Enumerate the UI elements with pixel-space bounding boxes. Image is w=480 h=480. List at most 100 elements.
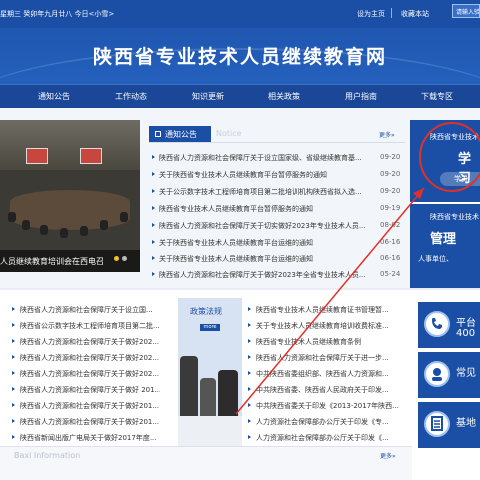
list-item-title: 中共陕西省委、陕西省人民政府关于印发... [256,386,389,394]
bullet-icon [12,435,15,439]
policy-more-button[interactable]: more [200,324,220,331]
bullet-icon [152,189,155,193]
list-item[interactable]: 陕西省新闻出版广电局关于做好2017年度... [0,430,170,446]
list-item[interactable]: 中共陕西省委组织部、陕西省人力资源和... [246,366,416,382]
document-icon-glyph [431,416,443,431]
notice-row[interactable]: 陕西省人力资源和社会保障厅关于做好2023年全省专业技术人员... 05-24 [149,267,405,283]
list-item[interactable]: 陕西省人力资源和社会保障厅关于做好202... [0,366,170,382]
student-panel-label: 陕西省专业技术 [430,133,479,141]
notice-title: 关于陕西省专业技术人员继续教育平台暂停服务的通知 [159,171,327,179]
divider [149,142,405,143]
right-article-list: 陕西省专业技术人员继续教育证书管理暂... 关于专业技术人员继续教育培训收费标准… [246,302,412,450]
nav-item-guide[interactable]: 用户指南 [345,91,377,102]
notice-row[interactable]: 陕西省人力资源和社会保障厅关于切实做好2023年专业技术人员... 08-02 [149,218,405,234]
list-item[interactable]: 陕西省专业技术人员继续教育条例 [246,334,416,350]
notice-title: 陕西省专业技术人员继续教育平台暂停服务的通知 [159,205,313,213]
notice-more-link[interactable]: 更多» [379,130,395,139]
nav-item-knowledge[interactable]: 知识更新 [192,91,224,102]
photo-seat [60,228,68,238]
list-item[interactable]: 人力资源和社会保障部办公厅关于印发《... [246,430,416,446]
bullet-icon [152,206,155,210]
divider [391,8,392,18]
photo-seat [40,225,48,235]
list-item[interactable]: 陕西省专业技术人员继续教育证书管理暂... [246,302,416,318]
bullet-icon [12,371,15,375]
slide-dot-active[interactable] [114,256,119,261]
notice-row[interactable]: 关于陕西省专业技术人员继续教育平台运维的通知 06-16 [149,235,405,251]
notice-date: 06-16 [380,238,401,246]
list-item[interactable]: 陕西省人力资源和社会保障厅关于做好202... [0,334,170,350]
document-icon [424,411,450,437]
student-pill[interactable]: 学员 [440,172,480,186]
set-home-link[interactable]: 设为主页 [357,9,385,19]
notice-title: 陕西省人力资源和社会保障厅关于做好2023年全省专业技术人员... [159,271,366,279]
notice-row[interactable]: 关于公示数字技术工程师培育项目第二批培训机构陕西省拟入选... 09-20 [149,184,405,200]
service-tile-faq[interactable]: 常见 [418,352,480,398]
bullet-icon [248,339,251,343]
notice-date: 09-20 [380,170,401,178]
notice-title: 关于陕西省专业技术人员继续教育平台运维的通知 [159,239,313,247]
list-item[interactable]: 中共陕西省委、陕西省人民政府关于印发... [246,382,416,398]
list-item-title: 陕西省人力资源和社会保障厅关于做好 201... [20,386,160,394]
admin-panel-label: 陕西省专业技术 [430,213,479,221]
list-item[interactable]: 人力资源社会保障部办公厅关于印发《专... [246,414,416,430]
photo-seat [80,226,88,236]
service-tile-base[interactable]: 基地 [418,402,480,448]
help-icon [424,361,450,387]
list-item-title: 陕西省人力资源和社会保障厅关于进一步... [256,354,389,362]
list-item-title: 陕西省公示数字技术工程师培育项目第二批... [20,322,160,330]
notice-ghost-label: Notice [216,129,242,138]
list-item[interactable]: 陕西省人力资源和社会保障厅关于做好201... [0,398,170,414]
service-sub: 400 [456,328,476,339]
notice-row[interactable]: 陕西省人力资源和社会保障厅关于设立国家级、省级继续教育基... 09-20 [149,150,405,166]
bullet-icon [152,240,155,244]
photo-caption-bar: 人员继续教育培训会在西电召 [0,250,140,272]
notice-row[interactable]: 关于陕西省专业技术人员继续教育平台运维的通知 06-16 [149,251,405,267]
bullet-icon [152,172,155,176]
list-item[interactable]: 中共陕西省委关于印发《2013-2017年陕西... [246,398,416,414]
list-item[interactable]: 陕西省人力资源和社会保障厅关于进一步... [246,350,416,366]
bullet-icon [248,323,251,327]
news-photo[interactable]: 人员继续教育培训会在西电召 [0,120,140,272]
add-favorite-link[interactable]: 收藏本站 [401,9,429,19]
list-item[interactable]: 陕西省人力资源和社会保障厅关于设立国... [0,302,170,318]
top-bar: 星期三 癸卯年九月廿八 今日<小雪> 设为主页 收藏本站 请输入验证 [0,0,480,28]
photo-screen [80,148,102,164]
nav-item-notice[interactable]: 通知公告 [38,91,70,102]
photo-seat [22,220,30,230]
service-tile-hotline[interactable]: 平台 400 [418,302,480,348]
list-item-title: 中共陕西省委关于印发《2013-2017年陕西... [256,402,399,410]
slide-dot[interactable] [122,256,127,261]
nav-item-work[interactable]: 工作动态 [115,91,147,102]
list-item[interactable]: 陕西省人力资源和社会保障厅关于做好202... [0,350,170,366]
admin-panel-title[interactable]: 管理 [430,228,456,247]
bullet-icon [248,403,251,407]
bullet-icon [248,387,251,391]
phone-icon-glyph [432,318,442,329]
main-nav: 通知公告 工作动态 知识更新 相关政策 用户指南 下载专区 [0,84,480,108]
list-item[interactable]: 陕西省公示数字技术工程师培育项目第二批... [0,318,170,334]
notice-date: 09-19 [380,204,401,212]
list-item[interactable]: 陕西省人力资源和社会保障厅关于做好201... [0,414,170,430]
notice-row[interactable]: 关于陕西省专业技术人员继续教育平台暂停服务的通知 09-20 [149,167,405,183]
info-more-link[interactable]: 更多» [380,451,396,460]
service-label: 基地 [456,418,476,429]
bullet-icon [12,355,15,359]
list-item[interactable]: 陕西省人力资源和社会保障厅关于做好 201... [0,382,170,398]
bullet-icon [248,419,251,423]
notice-row[interactable]: 陕西省专业技术人员继续教育平台暂停服务的通知 09-19 [149,201,405,217]
photo-caption: 人员继续教育培训会在西电召 [0,257,104,266]
notice-title: 关于陕西省专业技术人员继续教育平台运维的通知 [159,255,313,263]
bullet-icon [12,339,15,343]
info-section-label: Baxi Information [14,451,81,460]
login-input[interactable]: 请输入验证 [452,4,480,18]
login-panel: 陕西省专业技术 学习 学员 陕西省专业技术 管理 人事单位、 [410,120,480,288]
list-item[interactable]: 关于专业技术人员继续教育培训收费标准... [246,318,416,334]
photo-screen [26,148,48,164]
notice-tab[interactable]: 通知公告 [149,126,211,142]
nav-item-download[interactable]: 下载专区 [421,91,453,102]
nav-item-policy[interactable]: 相关政策 [268,91,300,102]
notice-date: 06-16 [380,254,401,262]
list-item-title: 关于专业技术人员继续教育培训收费标准... [256,322,389,330]
bullet-icon [12,307,15,311]
